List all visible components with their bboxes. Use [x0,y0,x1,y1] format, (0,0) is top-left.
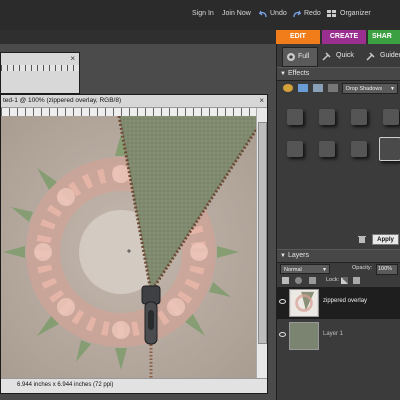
sign-in-link[interactable]: Sign In [192,10,214,17]
vertical-scrollbar[interactable] [256,108,267,378]
layer-thumbnail [289,289,319,317]
layer-row-layer-1[interactable]: Layer 1 [277,320,400,352]
drop-shadow-thumbnail[interactable] [287,109,303,125]
application-header: Sign In Join Now Undo Redo Organizer [0,0,400,30]
organizer-button[interactable]: Organizer [340,10,371,17]
drop-shadow-thumbnail[interactable] [383,109,399,125]
layer-name[interactable]: Layer 1 [323,331,343,337]
blend-mode-dropdown[interactable]: Normal ▼ [280,264,330,274]
all-effects-icon[interactable] [328,84,338,92]
layer-row-zippered-overlay[interactable]: zippered overlay [277,287,400,319]
opacity-input[interactable]: 100% [376,264,398,275]
join-now-link[interactable]: Join Now [222,10,251,17]
effects-category-dropdown[interactable]: Drop Shadows ▼ [342,83,398,94]
tab-edit[interactable]: EDIT [276,30,320,44]
edit-quick-button[interactable]: Quick [320,47,360,65]
filters-icon[interactable] [298,84,308,92]
full-edit-icon [287,53,295,61]
guided-edit-icon [366,52,375,61]
drop-shadow-thumbnail[interactable] [351,141,367,157]
layers-panel-title: Layers [288,252,310,259]
layer-styles-icon[interactable] [283,84,293,92]
blend-mode-value: Normal [284,267,302,273]
edit-quick-label: Quick [336,52,354,59]
effects-panel-header[interactable]: ▼ Effects [277,67,400,81]
document-size-info: 6.944 inches x 6.944 inches (72 ppi) [17,382,114,388]
layer-thumbnail [289,322,319,350]
drop-shadow-thumbnail[interactable] [319,109,335,125]
drop-shadow-thumbnail[interactable] [351,109,367,125]
layers-panel-header[interactable]: ▼ Layers [277,249,400,263]
edit-guided-label: Guided [380,52,400,59]
edit-guided-button[interactable]: Guided [364,47,400,65]
lock-all-icon[interactable] [353,277,360,284]
zipper-pull [141,285,161,345]
quick-fix-icon [322,52,331,61]
new-layer-icon[interactable] [282,277,289,284]
tab-create[interactable]: CREATE [322,30,366,44]
chevron-down-icon: ▼ [322,267,327,273]
undo-button[interactable]: Undo [270,10,287,17]
edit-full-label: Full [298,53,310,60]
redo-button[interactable]: Redo [304,10,321,17]
redo-icon[interactable] [292,10,302,18]
organizer-icon[interactable] [327,10,337,18]
effects-category-value: Drop Shadows [346,86,383,92]
scrollbar-thumb[interactable] [258,122,267,344]
drop-shadow-thumbnail-selected[interactable] [379,137,400,161]
edit-full-button[interactable]: Full [282,47,318,67]
adjustment-layer-icon[interactable] [295,277,302,284]
effects-panel-title: Effects [288,70,310,77]
delete-layer-icon[interactable] [309,277,316,284]
layer-name[interactable]: zippered overlay [323,298,367,304]
undo-icon[interactable] [258,10,268,18]
horizontal-ruler [1,65,79,71]
photo-effects-icon[interactable] [313,84,323,92]
collapse-triangle-icon[interactable]: ▼ [280,68,286,80]
horizontal-ruler [1,108,257,116]
lock-label: Lock: [326,277,340,283]
tab-share[interactable]: SHAR [368,30,400,44]
document-title[interactable]: ted-1 @ 100% (zippered overlay, RGB/8) [1,95,267,108]
visibility-eye-icon[interactable] [279,299,286,304]
chevron-down-icon: ▼ [390,86,395,92]
close-icon[interactable]: × [259,95,264,107]
document-window[interactable]: ted-1 @ 100% (zippered overlay, RGB/8) × [0,94,268,394]
close-icon[interactable]: × [70,54,75,63]
document-status-bar: 6.944 inches x 6.944 inches (72 ppi) [1,378,267,393]
zipper-artwork-canvas[interactable] [1,116,256,379]
drop-shadow-thumbnail[interactable] [319,141,335,157]
lock-transparency-icon[interactable] [341,277,348,284]
visibility-eye-icon[interactable] [279,332,286,337]
background-document-window[interactable]: × [0,52,80,94]
opacity-label: Opacity: [352,265,373,271]
drop-shadow-thumbnail[interactable] [287,141,303,157]
trash-icon[interactable] [358,235,366,243]
collapse-triangle-icon[interactable]: ▼ [280,250,286,262]
apply-button[interactable]: Apply [372,234,399,245]
